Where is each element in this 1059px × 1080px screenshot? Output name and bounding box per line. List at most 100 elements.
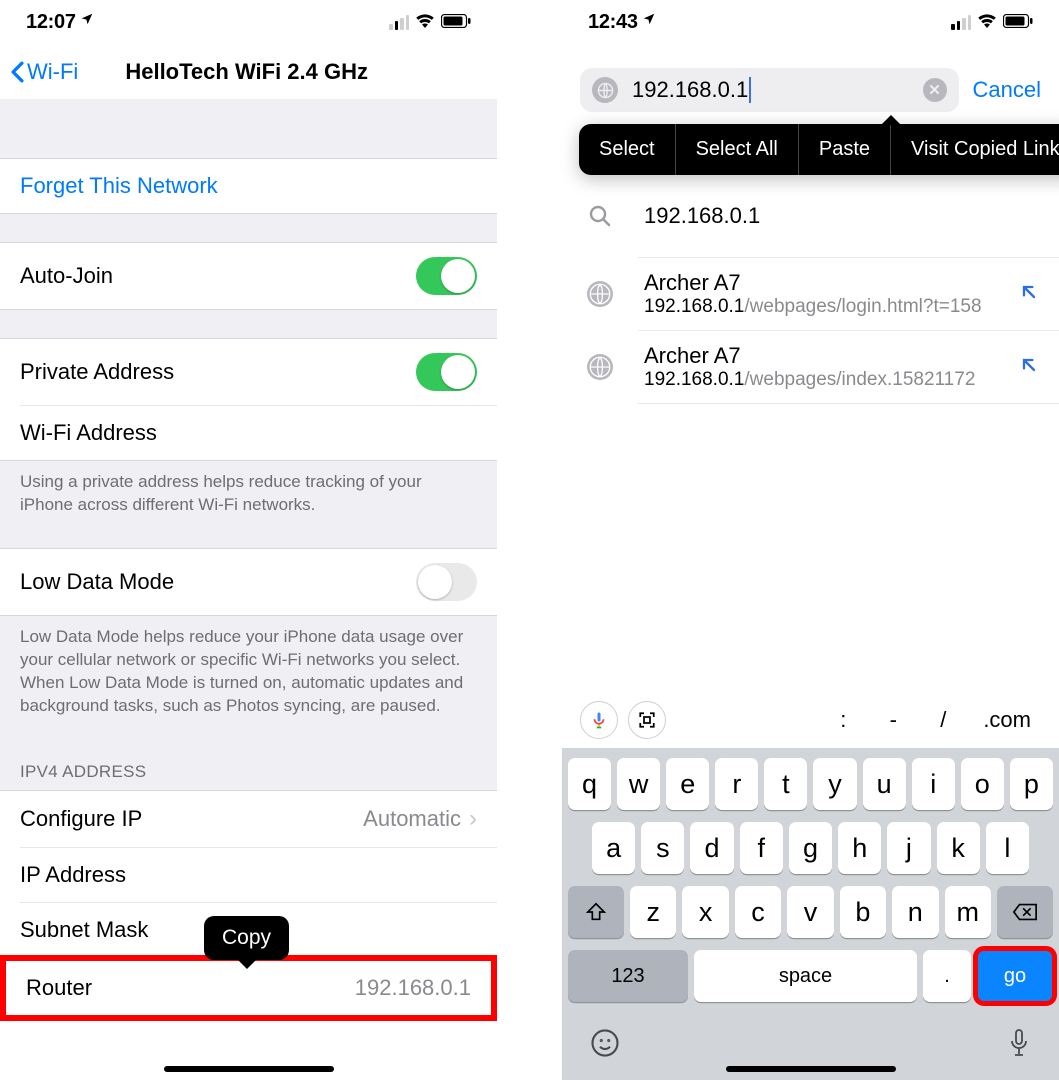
key-v[interactable]: v xyxy=(787,886,833,938)
home-indicator[interactable] xyxy=(164,1066,334,1072)
address-field[interactable]: 192.168.0.1 ✕ xyxy=(580,68,959,112)
back-label: Wi-Fi xyxy=(27,59,78,85)
key-w[interactable]: w xyxy=(617,758,660,810)
status-bar: 12:07 xyxy=(0,0,497,44)
configure-ip-row[interactable]: Configure IP Automatic› xyxy=(0,791,497,847)
punct-colon[interactable]: : xyxy=(823,707,863,733)
forget-network-label: Forget This Network xyxy=(20,173,218,199)
section-gap xyxy=(0,309,497,339)
key-t[interactable]: t xyxy=(764,758,807,810)
ip-address-label: IP Address xyxy=(20,862,126,888)
numbers-key[interactable]: 123 xyxy=(568,950,688,1002)
search-icon xyxy=(582,204,618,228)
auto-join-row: Auto-Join xyxy=(0,243,497,309)
key-y[interactable]: y xyxy=(813,758,856,810)
suggestion-title: 192.168.0.1 xyxy=(644,203,1039,229)
key-p[interactable]: p xyxy=(1010,758,1053,810)
voice-search-button[interactable] xyxy=(580,701,618,739)
key-h[interactable]: h xyxy=(838,822,881,874)
forget-network-button[interactable]: Forget This Network xyxy=(0,159,497,213)
key-i[interactable]: i xyxy=(912,758,955,810)
shift-key[interactable] xyxy=(568,886,624,938)
key-d[interactable]: d xyxy=(690,822,733,874)
configure-ip-value: Automatic xyxy=(363,806,461,831)
key-e[interactable]: e xyxy=(666,758,709,810)
back-button[interactable]: Wi-Fi xyxy=(10,59,78,85)
keyboard-row-1: q w e r t y u i o p xyxy=(562,752,1059,816)
router-label: Router xyxy=(26,975,92,1001)
auto-join-label: Auto-Join xyxy=(20,263,113,289)
copy-popover[interactable]: Copy xyxy=(204,916,289,960)
dictation-button[interactable] xyxy=(1007,1028,1031,1066)
home-indicator[interactable] xyxy=(726,1066,896,1072)
auto-join-toggle[interactable] xyxy=(416,257,477,295)
key-n[interactable]: n xyxy=(892,886,938,938)
wifi-icon xyxy=(415,11,435,34)
key-x[interactable]: x xyxy=(682,886,728,938)
context-paste[interactable]: Paste xyxy=(799,124,891,175)
go-key[interactable]: go xyxy=(977,950,1053,1002)
period-key[interactable]: . xyxy=(923,950,971,1002)
qr-scan-button[interactable] xyxy=(628,701,666,739)
battery-icon xyxy=(441,11,471,34)
punct-slash[interactable]: / xyxy=(923,707,963,733)
low-data-mode-row: Low Data Mode xyxy=(0,549,497,615)
key-q[interactable]: q xyxy=(568,758,611,810)
low-data-mode-toggle[interactable] xyxy=(416,563,477,601)
key-k[interactable]: k xyxy=(937,822,980,874)
key-a[interactable]: a xyxy=(592,822,635,874)
suggestion-title: Archer A7 xyxy=(644,270,985,296)
cellular-icon xyxy=(951,15,971,30)
space-key[interactable]: space xyxy=(694,950,917,1002)
wifi-address-label: Wi-Fi Address xyxy=(20,420,157,446)
cellular-icon xyxy=(389,15,409,30)
key-b[interactable]: b xyxy=(840,886,886,938)
key-r[interactable]: r xyxy=(715,758,758,810)
search-bar-row: 192.168.0.1 ✕ Cancel xyxy=(562,44,1059,130)
router-value: 192.168.0.1 xyxy=(355,975,471,1001)
key-j[interactable]: j xyxy=(887,822,930,874)
suggestion-page[interactable]: Archer A7 192.168.0.1/webpages/index.158… xyxy=(562,331,1059,403)
subnet-mask-label: Subnet Mask xyxy=(20,917,148,943)
private-address-toggle[interactable] xyxy=(416,353,477,391)
key-l[interactable]: l xyxy=(986,822,1029,874)
key-f[interactable]: f xyxy=(740,822,783,874)
suggestion-search[interactable]: 192.168.0.1 xyxy=(562,175,1059,257)
battery-icon xyxy=(1003,11,1033,34)
delete-key[interactable] xyxy=(997,886,1053,938)
nav-title: HelloTech WiFi 2.4 GHz xyxy=(78,59,487,85)
low-data-mode-footer: Low Data Mode helps reduce your iPhone d… xyxy=(0,615,497,732)
clear-button[interactable]: ✕ xyxy=(923,78,947,102)
key-u[interactable]: u xyxy=(863,758,906,810)
private-address-label: Private Address xyxy=(20,359,174,385)
punct-dotcom[interactable]: .com xyxy=(973,707,1041,733)
key-z[interactable]: z xyxy=(630,886,676,938)
key-c[interactable]: c xyxy=(735,886,781,938)
arrow-up-left-icon[interactable] xyxy=(1019,355,1039,380)
keyboard-row-2: a s d f g h j k l xyxy=(562,816,1059,880)
suggestion-url: 192.168.0.1/webpages/login.html?t=158 xyxy=(644,296,985,318)
status-time: 12:07 xyxy=(26,11,76,34)
suggestion-url: 192.168.0.1/webpages/index.15821172 xyxy=(644,369,985,391)
punct-dash[interactable]: - xyxy=(873,707,913,733)
keyboard-row-3: z x c v b n m xyxy=(562,880,1059,944)
key-o[interactable]: o xyxy=(961,758,1004,810)
key-g[interactable]: g xyxy=(789,822,832,874)
ip-address-row: IP Address xyxy=(0,848,497,902)
context-menu: Select Select All Paste Visit Copied Lin… xyxy=(579,124,1059,175)
suggestion-page[interactable]: Archer A7 192.168.0.1/webpages/login.htm… xyxy=(562,258,1059,330)
wifi-icon xyxy=(977,11,997,34)
status-bar: 12:43 xyxy=(562,0,1059,44)
key-s[interactable]: s xyxy=(641,822,684,874)
address-value: 192.168.0.1 xyxy=(632,77,751,103)
section-gap xyxy=(0,213,497,243)
context-visit-link[interactable]: Visit Copied Link xyxy=(891,124,1059,175)
arrow-up-left-icon[interactable] xyxy=(1019,282,1039,307)
context-select-all[interactable]: Select All xyxy=(676,124,799,175)
keyboard-toolbar: : - / .com xyxy=(562,692,1059,748)
context-select[interactable]: Select xyxy=(579,124,676,175)
key-m[interactable]: m xyxy=(945,886,991,938)
emoji-button[interactable] xyxy=(590,1028,620,1066)
configure-ip-label: Configure IP xyxy=(20,806,142,832)
cancel-button[interactable]: Cancel xyxy=(973,77,1041,103)
